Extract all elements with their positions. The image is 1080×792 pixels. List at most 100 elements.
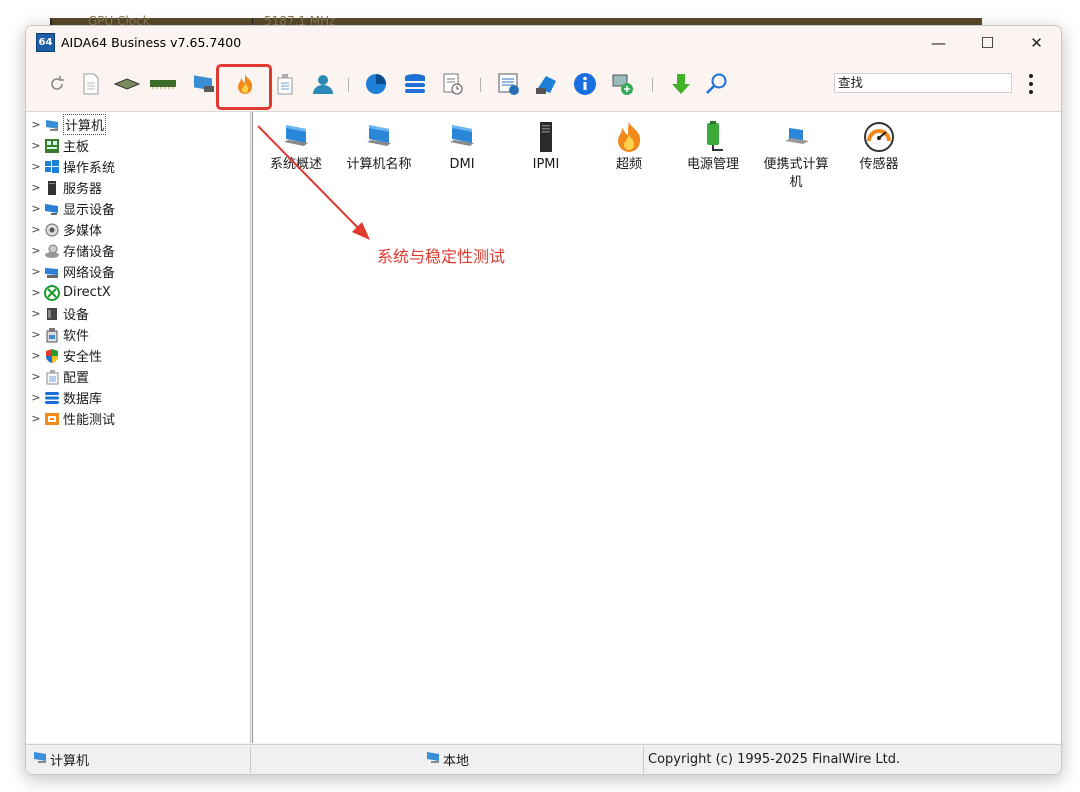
item-power-management[interactable]: 电源管理: [675, 120, 751, 174]
chevron-right-icon[interactable]: >: [28, 370, 44, 383]
status-divider: [250, 747, 251, 773]
tree-item-directx[interactable]: > DirectX: [26, 282, 111, 303]
config-icon[interactable]: [270, 69, 300, 99]
chevron-right-icon[interactable]: >: [28, 118, 44, 131]
tree-label: 主板: [63, 140, 90, 155]
device-icon: [44, 306, 60, 322]
storage-icon: [44, 243, 60, 259]
tree-item-devices[interactable]: > 设备: [26, 303, 89, 324]
tree-item-multimedia[interactable]: > 多媒体: [26, 219, 102, 240]
search-icon[interactable]: [702, 69, 732, 99]
item-system-summary[interactable]: 系统概述: [258, 120, 334, 174]
window-title: AIDA64 Business v7.65.7400: [61, 35, 242, 50]
flame-icon: [591, 120, 667, 154]
search-input[interactable]: 查找: [834, 73, 1012, 93]
memory-icon[interactable]: [148, 69, 178, 99]
item-label: 传感器: [859, 157, 899, 172]
chevron-right-icon[interactable]: >: [28, 412, 44, 425]
status-middle-text: 本地: [443, 753, 470, 769]
item-overclock[interactable]: 超频: [591, 120, 667, 174]
main-window: 64 AIDA64 Business v7.65.7400 — ☐ ✕ 查找 >…: [25, 25, 1062, 775]
more-options-icon[interactable]: [1024, 72, 1038, 96]
annotation-label: 系统与稳定性测试: [377, 247, 506, 266]
item-label: DMI: [449, 157, 475, 172]
chevron-right-icon[interactable]: >: [28, 328, 44, 341]
chevron-right-icon[interactable]: >: [28, 307, 44, 320]
computer-icon: [44, 117, 60, 133]
item-sensors[interactable]: 传感器: [841, 120, 917, 174]
tree-label: 网络设备: [63, 266, 116, 281]
tree-item-display[interactable]: > 显示设备: [26, 198, 115, 219]
speaker-icon: [44, 222, 60, 238]
tree-item-software[interactable]: > 软件: [26, 324, 89, 345]
benchmark-icon: [44, 411, 60, 427]
chevron-right-icon[interactable]: >: [28, 223, 44, 236]
highlight-box: [216, 64, 272, 110]
item-portable-computer[interactable]: 便携式计算机: [758, 120, 834, 192]
tree-item-database[interactable]: > 数据库: [26, 387, 102, 408]
schedule-icon[interactable]: [438, 69, 468, 99]
tree-item-storage[interactable]: > 存储设备: [26, 240, 115, 261]
chevron-right-icon[interactable]: >: [28, 286, 44, 299]
item-computer-name[interactable]: 计算机名称: [341, 120, 417, 174]
windows-icon: [44, 159, 60, 175]
status-local: 本地: [425, 749, 469, 769]
item-dmi[interactable]: DMI: [424, 120, 500, 174]
tree-label: 多媒体: [63, 224, 103, 239]
tree-item-motherboard[interactable]: > 主板: [26, 135, 89, 156]
tree-item-network[interactable]: > 网络设备: [26, 261, 115, 282]
chevron-right-icon[interactable]: >: [28, 349, 44, 362]
chevron-right-icon[interactable]: >: [28, 244, 44, 257]
close-button[interactable]: ✕: [1012, 26, 1061, 59]
user-icon[interactable]: [306, 69, 336, 99]
computer-icon: [32, 750, 48, 768]
motherboard-icon[interactable]: [112, 69, 142, 99]
item-ipmi[interactable]: IPMI: [508, 120, 584, 174]
database-icon[interactable]: [400, 69, 430, 99]
tree-item-config[interactable]: > 配置: [26, 366, 89, 387]
server-icon: [44, 180, 60, 196]
tree-label: 计算机: [63, 114, 107, 135]
item-label: IPMI: [532, 157, 560, 172]
item-label: 系统概述: [269, 157, 322, 172]
xbox-icon: [44, 284, 60, 301]
network-audit-icon[interactable]: [608, 69, 638, 99]
laptop-icon: [258, 120, 334, 154]
chevron-right-icon[interactable]: >: [28, 391, 44, 404]
toolbar-separator: [480, 78, 481, 92]
status-computer: 计算机: [32, 749, 89, 769]
toolbar-separator: [652, 78, 653, 92]
laptop-icon: [424, 120, 500, 154]
report2-icon[interactable]: [494, 69, 524, 99]
report-icon[interactable]: [76, 69, 106, 99]
info-icon[interactable]: [570, 69, 600, 99]
maximize-button[interactable]: ☐: [963, 26, 1012, 59]
storage-pie-icon[interactable]: [361, 69, 391, 99]
chevron-right-icon[interactable]: >: [28, 181, 44, 194]
motherboard-icon: [44, 138, 60, 154]
item-label: 超频: [615, 157, 642, 172]
tree-item-security[interactable]: > 安全性: [26, 345, 102, 366]
minimize-button[interactable]: —: [914, 26, 963, 59]
update-icon[interactable]: [532, 69, 562, 99]
tree-label: 安全性: [63, 350, 103, 365]
title-bar: 64 AIDA64 Business v7.65.7400 — ☐ ✕: [26, 26, 1061, 59]
tree-label: 服务器: [63, 182, 103, 197]
tree-label: 性能测试: [63, 413, 116, 428]
status-bar: 计算机 本地 Copyright (c) 1995-2025 FinalWire…: [26, 744, 1061, 774]
refresh-icon[interactable]: [42, 69, 72, 99]
tree-label: 设备: [63, 308, 90, 323]
network-icon: [44, 264, 60, 280]
tree-item-os[interactable]: > 操作系统: [26, 156, 115, 177]
download-icon[interactable]: [666, 69, 696, 99]
chevron-right-icon[interactable]: >: [28, 160, 44, 173]
chevron-right-icon[interactable]: >: [28, 202, 44, 215]
tree-item-benchmark[interactable]: > 性能测试: [26, 408, 115, 429]
tree-label: 软件: [63, 329, 90, 344]
tree-label: DirectX: [63, 285, 111, 300]
tree-item-server[interactable]: > 服务器: [26, 177, 102, 198]
chevron-right-icon[interactable]: >: [28, 265, 44, 278]
server-icon: [508, 120, 584, 154]
tree-item-computer[interactable]: > 计算机: [26, 114, 107, 135]
chevron-right-icon[interactable]: >: [28, 139, 44, 152]
